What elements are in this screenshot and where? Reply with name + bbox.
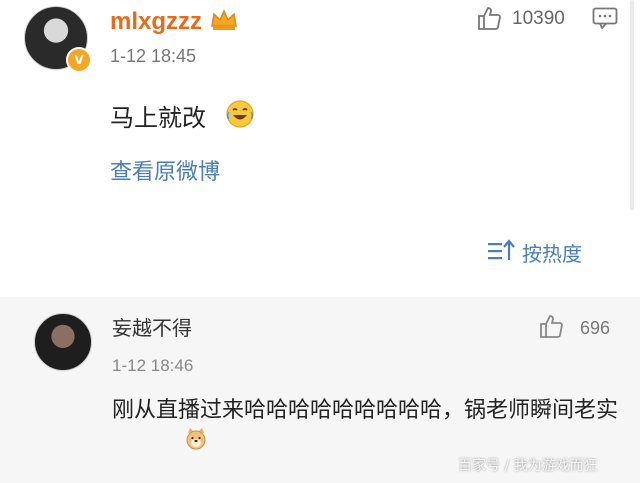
sort-icon[interactable]	[486, 238, 516, 264]
post-username[interactable]: mlxgzzz	[110, 8, 202, 36]
doge-emoji	[186, 428, 206, 450]
post-content: 马上就改	[110, 104, 206, 132]
comment-icon[interactable]	[592, 7, 618, 29]
commenter-username[interactable]: 妄越不得	[112, 312, 192, 341]
sort-by-heat-button[interactable]: 按热度	[522, 238, 582, 267]
comment-time: 1-12 18:46	[112, 356, 194, 375]
thumbs-up-icon[interactable]	[476, 5, 502, 31]
commenter-avatar[interactable]	[34, 313, 92, 371]
watermark: 百家号 / 我为游戏而狂	[458, 458, 598, 474]
scrollbar[interactable]	[630, 0, 634, 210]
crown-icon	[211, 9, 237, 30]
post-time: 1-12 18:45	[110, 46, 197, 66]
thumbs-up-icon[interactable]	[538, 313, 564, 339]
laugh-cry-emoji	[226, 100, 254, 128]
like-count: 10390	[512, 8, 565, 29]
comment-text: 刚从直播过来哈哈哈哈哈哈哈哈哈，锅老师瞬间老实	[112, 398, 619, 423]
view-original-link[interactable]: 查看原微博	[110, 154, 220, 186]
post-card: V mlxgzzz 10390 1-12 18:45 马上就改 查看原微博 按热…	[0, 0, 640, 297]
comment-like-count: 696	[580, 318, 611, 338]
verified-v-icon: V	[66, 47, 92, 73]
